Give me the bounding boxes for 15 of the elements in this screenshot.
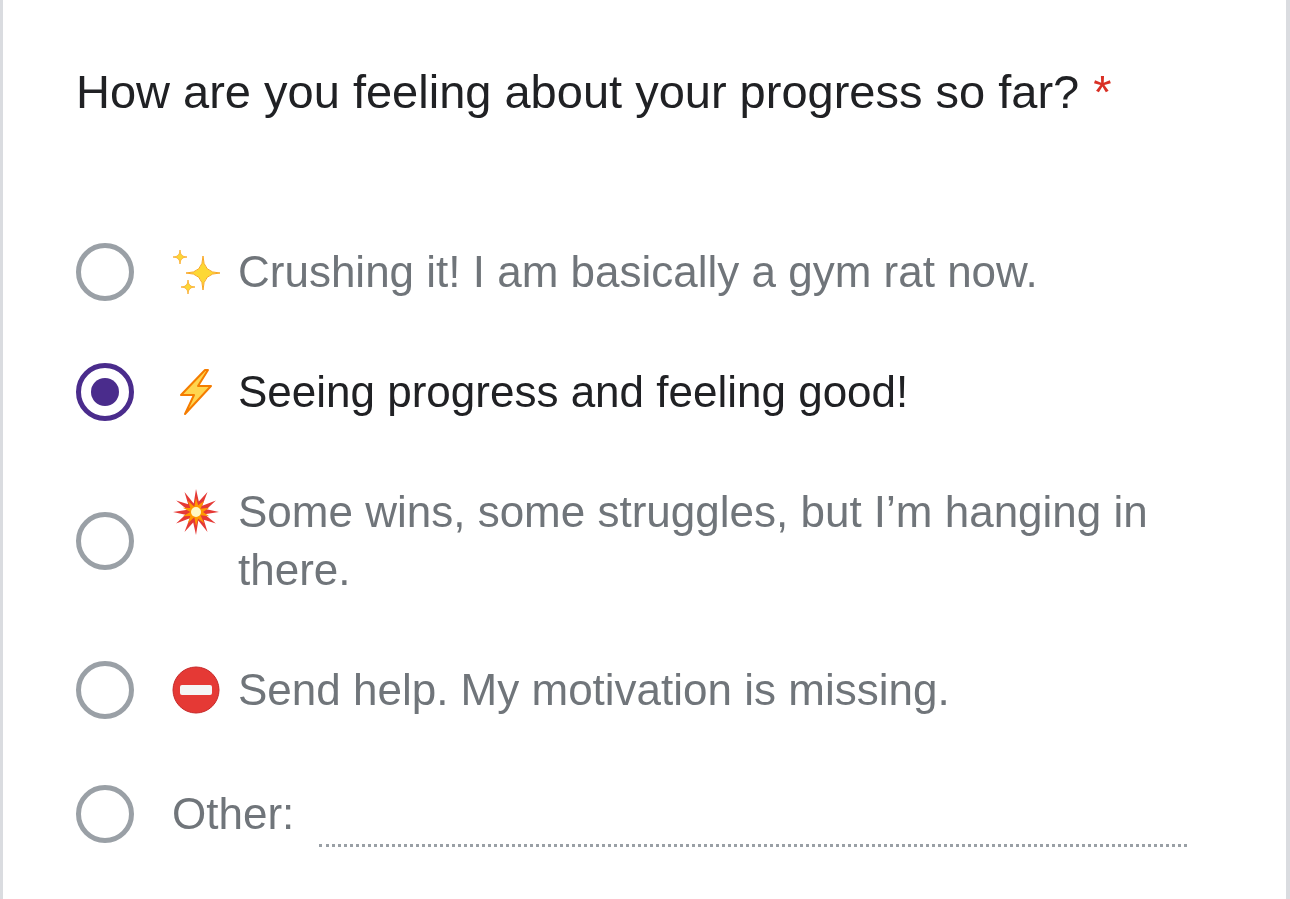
radio-button[interactable]	[76, 363, 134, 421]
radio-button[interactable]	[76, 512, 134, 570]
radio-button[interactable]	[76, 785, 134, 843]
question-title: How are you feeling about your progress so far?	[76, 66, 1080, 118]
radio-button[interactable]	[76, 661, 134, 719]
required-mark: *	[1093, 66, 1112, 118]
option-label: Crushing it! I am basically a gym rat now.	[238, 246, 1038, 298]
option-label: Some wins, some struggles, but I’m hanging in there.	[238, 486, 1149, 596]
option-label: Other:	[172, 788, 295, 840]
no-entry-icon	[172, 666, 220, 714]
sparkles-icon	[172, 248, 220, 296]
option-label: Seeing progress and feeling good!	[238, 366, 909, 418]
explosion-icon	[172, 488, 220, 536]
radio-button[interactable]	[76, 243, 134, 301]
option-label: Send help. My motivation is missing.	[238, 664, 950, 716]
